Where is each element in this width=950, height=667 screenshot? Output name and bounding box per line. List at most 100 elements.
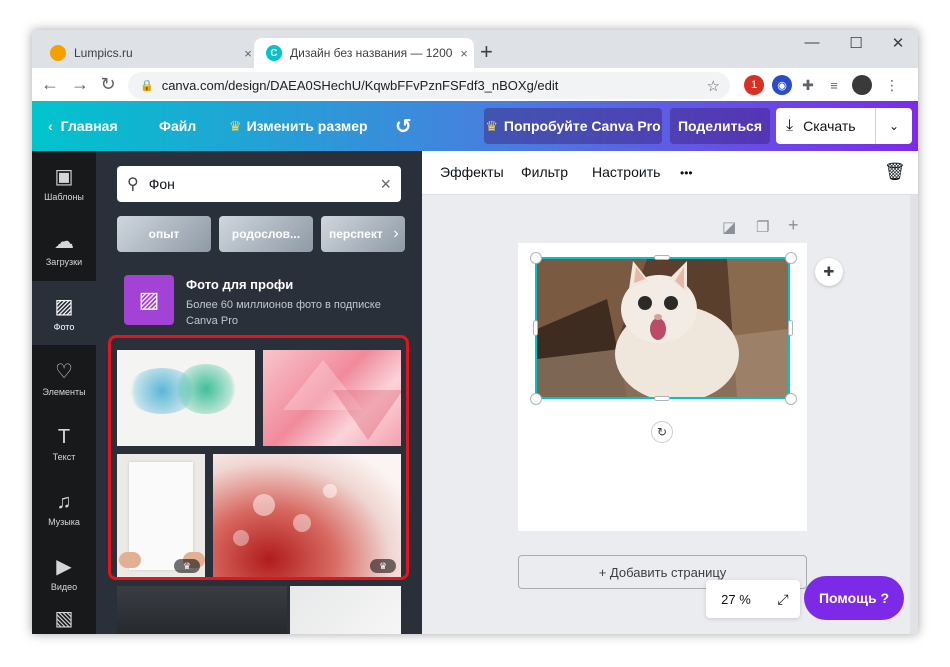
address-bar[interactable]: 🔒 canva.com/design/DAEA0SHechU/KqwbFFvPz… — [128, 72, 730, 99]
download-icon: ⤓ — [786, 117, 794, 134]
template-icon: ▣ — [54, 165, 74, 188]
expand-icon[interactable]: ⤢ — [766, 591, 800, 608]
extension-globe-icon[interactable]: ◉ — [772, 75, 792, 95]
maximize-button[interactable]: ☐ — [836, 34, 876, 52]
resize-handle-bottom-right[interactable] — [785, 393, 797, 405]
new-tab-button[interactable]: + — [480, 39, 493, 65]
photo-icon: ▨ — [54, 295, 74, 318]
back-button[interactable]: ← — [38, 74, 62, 95]
tab-lumpics[interactable]: Lumpics.ru × — [38, 38, 258, 68]
selected-cat-image[interactable] — [535, 257, 790, 399]
download-label: Скачать — [803, 118, 856, 134]
try-pro-label: Попробуйте Canva Pro — [503, 118, 661, 134]
try-pro-button[interactable]: ♛ Попробуйте Canva Pro — [484, 108, 662, 144]
resize-button[interactable]: ♛ Изменить размер — [229, 101, 368, 151]
rail-item-photos[interactable]: ▨ Фото — [32, 281, 96, 345]
extension-adblock-icon[interactable]: 1 — [744, 75, 764, 95]
adjust-button[interactable]: Настроить — [592, 164, 660, 180]
rail-item-more[interactable]: ▧ — [32, 606, 96, 634]
trash-icon[interactable]: 🗑 — [884, 162, 906, 182]
search-input[interactable]: ⚲ Фон × — [117, 166, 401, 202]
extension-badge: 1 — [750, 79, 758, 91]
extensions-puzzle-icon[interactable]: ✚ — [798, 75, 818, 95]
effects-button[interactable]: Эффекты — [440, 164, 504, 180]
rotate-icon[interactable]: ↻ — [651, 421, 673, 443]
resize-handle-top-right[interactable] — [785, 252, 797, 264]
tab-close-icon[interactable]: × — [454, 46, 474, 61]
resize-handle-left[interactable] — [533, 320, 538, 336]
duplicate-page-icon[interactable]: ❐ — [756, 218, 769, 236]
resize-handle-bottom-left[interactable] — [530, 393, 542, 405]
rail-item-text[interactable]: T Текст — [32, 411, 96, 475]
editor-area: Эффекты Фильтр Настроить ••• 🗑 ◪ ❐ + ↻ ✚… — [422, 151, 918, 634]
promo-description: Более 60 миллионов фото в подписке Canva… — [186, 299, 381, 327]
rail-item-label: Текст — [52, 451, 76, 462]
url-text: canva.com/design/DAEA0SHechU/KqwbFFvPznF… — [161, 78, 559, 93]
highlight-frame — [108, 335, 409, 580]
help-button[interactable]: Помощь ? — [804, 576, 904, 620]
crown-icon: ♛ — [229, 117, 242, 134]
resize-label: Изменить размер — [246, 118, 368, 134]
rail-item-templates[interactable]: ▣ Шаблоны — [32, 151, 96, 215]
rail-item-video[interactable]: ▶ Видео — [32, 541, 96, 605]
pattern-icon: ▧ — [54, 607, 74, 630]
undo-button[interactable]: ↺ — [395, 101, 412, 151]
clear-search-icon[interactable]: × — [380, 174, 391, 195]
crown-icon: ♛ — [485, 117, 498, 134]
reload-button[interactable]: ↻ — [96, 74, 120, 95]
rail-item-uploads[interactable]: ☁ Загрузки — [32, 216, 96, 280]
home-button[interactable]: ‹ Главная — [48, 101, 118, 151]
reading-list-icon[interactable]: ≡ — [824, 75, 844, 95]
rail-item-label: Шаблоны — [44, 191, 84, 202]
browser-menu-icon[interactable]: ⋮ — [882, 75, 902, 95]
home-label: Главная — [60, 118, 118, 134]
resize-handle-right[interactable] — [788, 320, 793, 336]
close-window-button[interactable]: ✕ — [878, 34, 918, 52]
rail-item-elements[interactable]: ♡ Элементы — [32, 346, 96, 410]
browser-window: Lumpics.ru × C Дизайн без названия — 120… — [32, 30, 918, 634]
rail-item-label: Музыка — [48, 516, 80, 527]
resize-handle-bottom[interactable] — [654, 396, 670, 401]
rail-item-label: Фото — [53, 321, 75, 332]
filter-button[interactable]: Фильтр — [521, 164, 568, 180]
search-value: Фон — [148, 176, 175, 192]
share-button[interactable]: Поделиться — [670, 108, 770, 144]
resize-handle-top[interactable] — [654, 255, 670, 260]
tab-canva-design[interactable]: C Дизайн без названия — 1200 × × — [254, 38, 474, 68]
video-icon: ▶ — [56, 555, 72, 578]
search-icon: ⚲ — [127, 176, 139, 193]
lumpics-favicon-icon — [50, 45, 66, 61]
note-icon[interactable]: ◪ — [722, 218, 736, 236]
chevron-down-icon[interactable]: ⌄ — [876, 119, 912, 133]
canva-header: ‹ Главная Файл ♛ Изменить размер ↺ ♛ Поп… — [32, 101, 918, 151]
pro-photos-promo[interactable]: ▨ Фото для профи Более 60 миллионов фото… — [124, 275, 414, 331]
text-icon: T — [57, 425, 71, 448]
rail-item-label: Загрузки — [45, 256, 83, 267]
bookmark-star-icon[interactable]: ☆ — [707, 77, 720, 95]
chevron-left-icon: ‹ — [48, 118, 53, 134]
photo-dark-texture[interactable] — [117, 586, 287, 634]
zoom-control[interactable]: 27 % ⤢ — [706, 580, 800, 618]
resize-handle-top-left[interactable] — [530, 252, 542, 264]
tab-strip: Lumpics.ru × C Дизайн без названия — 120… — [32, 30, 918, 68]
more-options-button[interactable]: ••• — [680, 166, 693, 180]
profile-avatar[interactable] — [852, 75, 872, 95]
suggestion-chip[interactable]: родослов... — [219, 216, 313, 252]
cat-photo — [537, 259, 788, 397]
vertical-scrollbar[interactable] — [910, 195, 918, 634]
canva-favicon-icon: C — [266, 45, 282, 61]
suggestion-chip[interactable]: опыт — [117, 216, 211, 252]
add-page-plus-icon[interactable]: + — [788, 215, 799, 236]
add-comment-icon[interactable]: ✚ — [815, 258, 843, 286]
photo-light-texture[interactable] — [290, 586, 401, 634]
minimize-button[interactable]: — — [792, 34, 832, 51]
download-button[interactable]: ⤓ Скачать ⌄ — [776, 108, 912, 144]
rail-item-label: Видео — [50, 581, 78, 592]
rail-item-music[interactable]: ♫ Музыка — [32, 476, 96, 540]
file-menu-button[interactable]: Файл — [159, 101, 196, 151]
zoom-level: 27 % — [721, 591, 751, 607]
elements-icon: ♡ — [55, 360, 73, 383]
forward-button[interactable]: → — [68, 74, 92, 95]
rail-item-label: Элементы — [42, 386, 86, 397]
chevron-right-icon[interactable]: › — [387, 216, 405, 252]
